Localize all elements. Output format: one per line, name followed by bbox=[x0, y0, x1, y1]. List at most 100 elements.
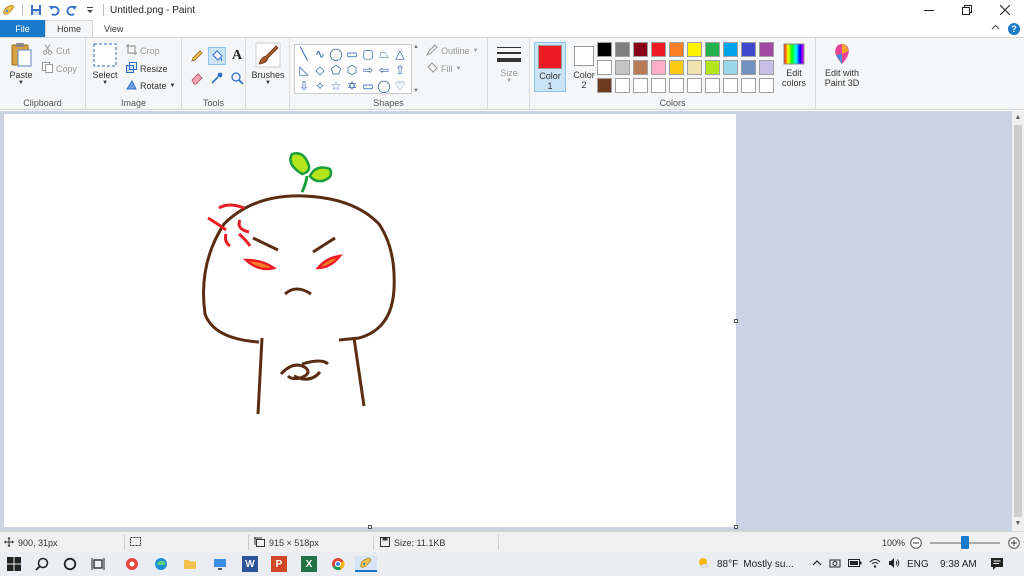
palette-swatch[interactable] bbox=[597, 42, 612, 57]
battery-icon[interactable] bbox=[848, 558, 862, 571]
cloud-callout-shape-icon[interactable]: ♡ bbox=[392, 78, 408, 94]
zoom-in-button[interactable] bbox=[1008, 532, 1020, 553]
palette-swatch[interactable] bbox=[669, 60, 684, 75]
tray-overflow-chevron-icon[interactable] bbox=[812, 558, 822, 571]
palette-swatch[interactable] bbox=[759, 42, 774, 57]
paint-taskbar-icon[interactable] bbox=[355, 556, 377, 572]
palette-swatch[interactable] bbox=[669, 42, 684, 57]
hexagon-shape-icon[interactable]: ⬡ bbox=[344, 62, 360, 78]
palette-swatch[interactable] bbox=[651, 60, 666, 75]
minimize-button[interactable] bbox=[910, 0, 948, 20]
canvas-resize-handle-right[interactable] bbox=[734, 319, 738, 323]
text-tool-icon[interactable]: A bbox=[228, 47, 246, 65]
drawing-canvas[interactable] bbox=[4, 114, 736, 527]
palette-swatch[interactable] bbox=[741, 78, 756, 93]
redo-icon[interactable] bbox=[65, 3, 79, 17]
file-explorer-icon[interactable] bbox=[182, 556, 198, 572]
palette-swatch[interactable] bbox=[597, 78, 612, 93]
rotate-button[interactable]: Rotate ▼ bbox=[126, 79, 175, 92]
select-button[interactable]: Select ▼ bbox=[90, 42, 120, 86]
crop-button[interactable]: Crop bbox=[126, 44, 160, 57]
palette-swatch[interactable] bbox=[723, 42, 738, 57]
tab-home[interactable]: Home bbox=[45, 20, 94, 37]
palette-swatch[interactable] bbox=[687, 42, 702, 57]
language-indicator[interactable]: ENG bbox=[907, 559, 929, 570]
scroll-thumb[interactable] bbox=[1014, 125, 1022, 517]
tab-view[interactable]: View bbox=[93, 20, 134, 37]
polygon-shape-icon[interactable]: ⏢ bbox=[376, 46, 392, 62]
five-point-star-shape-icon[interactable]: ☆ bbox=[328, 78, 344, 94]
curve-shape-icon[interactable]: ∿ bbox=[312, 46, 328, 62]
palette-swatch[interactable] bbox=[723, 60, 738, 75]
six-point-star-shape-icon[interactable]: ✡ bbox=[344, 78, 360, 94]
pencil-icon[interactable] bbox=[188, 47, 206, 65]
volume-icon[interactable] bbox=[888, 557, 900, 572]
palette-swatch[interactable] bbox=[705, 78, 720, 93]
resize-button[interactable]: Resize bbox=[126, 62, 168, 75]
right-arrow-shape-icon[interactable]: ⇨ bbox=[360, 62, 376, 78]
palette-swatch[interactable] bbox=[597, 60, 612, 75]
palette-swatch[interactable] bbox=[651, 78, 666, 93]
palette-swatch[interactable] bbox=[705, 42, 720, 57]
customize-qat-icon[interactable] bbox=[83, 3, 97, 17]
magnifier-icon[interactable] bbox=[228, 69, 246, 87]
copy-button[interactable]: Copy bbox=[42, 62, 77, 75]
triangle-shape-icon[interactable]: △ bbox=[392, 46, 408, 62]
vertical-scrollbar[interactable]: ▲ ▼ bbox=[1012, 111, 1024, 531]
shapes-gallery[interactable]: ╲ ∿ ◯ ▭ ▢ ⏢ △ ◺ ◇ ⬠ ⬡ ⇨ ⇦ ⇧ ⇩ ✧ ☆ ✡ ▭ ◯ … bbox=[294, 44, 412, 94]
search-icon[interactable] bbox=[34, 556, 50, 572]
edge-browser-icon[interactable] bbox=[153, 556, 169, 572]
palette-swatch[interactable] bbox=[633, 42, 648, 57]
four-point-star-shape-icon[interactable]: ✧ bbox=[312, 78, 328, 94]
shapes-scroll-up-icon[interactable]: ▲ bbox=[413, 44, 419, 50]
down-arrow-shape-icon[interactable]: ⇩ bbox=[296, 78, 312, 94]
oval-callout-shape-icon[interactable]: ◯ bbox=[376, 78, 392, 94]
palette-swatch[interactable] bbox=[759, 60, 774, 75]
palette-swatch[interactable] bbox=[687, 60, 702, 75]
color1-button[interactable]: Color 1 bbox=[534, 42, 566, 92]
rounded-rectangle-shape-icon[interactable]: ▢ bbox=[360, 46, 376, 62]
size-button[interactable]: Size ▼ bbox=[492, 44, 526, 84]
palette-swatch[interactable] bbox=[705, 60, 720, 75]
scroll-up-icon[interactable]: ▲ bbox=[1012, 111, 1024, 123]
shapes-scroll-down-icon[interactable]: ▼ bbox=[413, 88, 419, 94]
app-icon-red[interactable] bbox=[124, 556, 140, 572]
oval-shape-icon[interactable]: ◯ bbox=[328, 46, 344, 62]
save-icon[interactable] bbox=[29, 3, 43, 17]
chrome-browser-icon[interactable] bbox=[330, 556, 346, 572]
canvas-resize-handle-bottom[interactable] bbox=[368, 525, 372, 529]
palette-swatch[interactable] bbox=[741, 42, 756, 57]
pentagon-shape-icon[interactable]: ⬠ bbox=[328, 62, 344, 78]
zoom-slider-thumb[interactable] bbox=[961, 536, 969, 549]
wifi-icon[interactable] bbox=[869, 557, 881, 572]
palette-swatch[interactable] bbox=[633, 60, 648, 75]
close-button[interactable] bbox=[986, 0, 1024, 20]
help-icon[interactable]: ? bbox=[1008, 22, 1020, 35]
fill-bucket-icon[interactable] bbox=[208, 47, 226, 65]
cortana-icon[interactable] bbox=[62, 556, 78, 572]
palette-swatch[interactable] bbox=[651, 42, 666, 57]
rect-callout-shape-icon[interactable]: ▭ bbox=[360, 78, 376, 94]
scroll-down-icon[interactable]: ▼ bbox=[1012, 517, 1024, 529]
palette-swatch[interactable] bbox=[633, 78, 648, 93]
task-view-icon[interactable] bbox=[90, 556, 106, 572]
paint-app-icon[interactable] bbox=[2, 3, 16, 17]
palette-swatch[interactable] bbox=[615, 42, 630, 57]
windows-start-icon[interactable] bbox=[6, 556, 22, 572]
edit-with-paint3d-button[interactable]: Edit with Paint 3D bbox=[818, 42, 866, 88]
restore-button[interactable] bbox=[948, 0, 986, 20]
fill-button[interactable]: Fill ▼ bbox=[426, 62, 461, 76]
palette-swatch[interactable] bbox=[687, 78, 702, 93]
cut-button[interactable]: Cut bbox=[42, 44, 70, 57]
shapes-scroll[interactable]: ▲ ▼ bbox=[412, 44, 420, 94]
palette-swatch[interactable] bbox=[759, 78, 774, 93]
powerpoint-icon[interactable]: P bbox=[271, 556, 287, 572]
left-arrow-shape-icon[interactable]: ⇦ bbox=[376, 62, 392, 78]
diamond-shape-icon[interactable]: ◇ bbox=[312, 62, 328, 78]
collapse-ribbon-icon[interactable] bbox=[991, 23, 1000, 34]
palette-swatch[interactable] bbox=[723, 78, 738, 93]
camera-app-icon[interactable] bbox=[829, 557, 841, 572]
edit-colors-button[interactable]: Edit colors bbox=[778, 42, 810, 88]
palette-swatch[interactable] bbox=[741, 60, 756, 75]
notification-icon[interactable] bbox=[990, 552, 1004, 576]
